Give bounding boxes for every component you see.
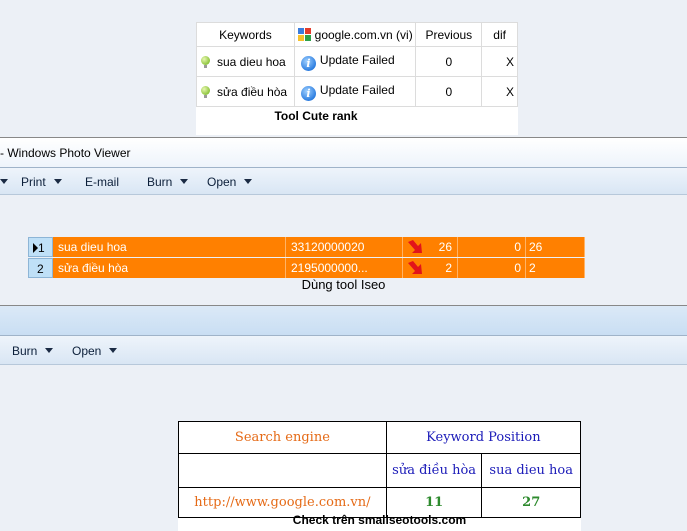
row-number: 2 — [37, 262, 44, 276]
row-header[interactable]: 1 — [28, 237, 53, 257]
delete-button[interactable]: X — [481, 46, 518, 77]
email-button[interactable]: E-mail — [85, 175, 119, 189]
info-icon: i — [300, 55, 316, 71]
open-label: Open — [207, 175, 237, 189]
bulb-icon — [201, 85, 210, 98]
col-header-keywords[interactable]: Keywords — [196, 22, 295, 47]
keyword-1: sửa điều hòa — [385, 453, 483, 488]
photo-viewer-titlebar-2 — [0, 305, 687, 335]
keyword-label: sửa điều hòa — [217, 84, 288, 99]
value-cell[interactable]: 33120000020 — [286, 237, 403, 257]
caption-smallseo: Check trên smallseotools.com — [292, 513, 467, 527]
a-cell[interactable]: 2 — [403, 258, 458, 278]
c-cell[interactable]: 26 — [526, 237, 585, 257]
row-number: 1 — [38, 241, 45, 255]
smallseotools-panel: Search engine Keyword Position sửa điều … — [178, 421, 582, 531]
table-row[interactable]: sửa điều hòa i Update Failed 0 X — [196, 76, 518, 107]
keyword-cell[interactable]: sua dieu hoa — [53, 237, 286, 257]
down-arrow-icon — [408, 240, 422, 253]
smallseo-table: Search engine Keyword Position sửa điều … — [178, 421, 582, 518]
table-row: sửa điều hòa sua dieu hoa — [178, 453, 581, 488]
info-icon: i — [300, 85, 316, 101]
open-label: Open — [72, 344, 102, 358]
photo-viewer-titlebar: - Windows Photo Viewer — [0, 137, 687, 167]
open-menu-button[interactable]: Open — [207, 175, 253, 189]
cute-rank-table: Keywords google.com.vn (vi) Previous dif… — [196, 22, 518, 107]
bulb-icon — [201, 55, 210, 68]
delete-button[interactable]: X — [481, 76, 518, 107]
photo-viewer-toolbar: Print E-mail Burn Open — [0, 167, 687, 195]
col-header-engine[interactable]: google.com.vn (vi) — [293, 22, 417, 47]
caret-menu-button[interactable] — [0, 175, 8, 189]
open-menu-button[interactable]: Open — [72, 344, 118, 358]
header-keyword-position: Keyword Position — [385, 421, 582, 454]
status-label: Update Failed — [319, 52, 395, 67]
keyword-label: sua dieu hoa — [217, 54, 286, 69]
previous-cell: 0 — [415, 76, 483, 107]
a-value: 2 — [445, 261, 452, 275]
b-cell[interactable]: 0 — [458, 258, 526, 278]
status-label: Update Failed — [319, 82, 395, 97]
a-value: 26 — [438, 240, 452, 254]
chevron-down-icon — [244, 179, 253, 184]
chevron-down-icon — [180, 179, 189, 184]
table-row[interactable]: sua dieu hoa i Update Failed 0 X — [196, 46, 518, 77]
value-cell[interactable]: 2195000000... — [286, 258, 403, 278]
keyword-cell[interactable]: sửa điều hòa — [53, 258, 286, 278]
iseo-grid: 1 sua dieu hoa 33120000020 26 0 26 2 sửa… — [28, 237, 585, 278]
chevron-down-icon — [109, 348, 118, 353]
table-row[interactable]: 1 sua dieu hoa 33120000020 26 0 26 — [28, 237, 585, 257]
chevron-down-icon — [0, 179, 8, 184]
empty-cell — [178, 453, 387, 488]
keyword-cell: sua dieu hoa — [196, 46, 295, 77]
table-header-row: Keywords google.com.vn (vi) Previous dif — [196, 22, 518, 47]
burn-menu-button[interactable]: Burn — [147, 175, 189, 189]
a-cell[interactable]: 26 — [403, 237, 458, 257]
table-row[interactable]: 2 sửa điều hòa 2195000000... 2 0 2 — [28, 258, 585, 278]
header-search-engine: Search engine — [178, 421, 387, 454]
previous-cell: 0 — [415, 46, 483, 77]
window-title: - Windows Photo Viewer — [0, 146, 131, 160]
status-cell: i Update Failed — [293, 76, 417, 107]
status-cell: i Update Failed — [293, 46, 417, 77]
keyword-cell: sửa điều hòa — [196, 76, 295, 107]
down-arrow-icon — [408, 261, 422, 274]
print-label: Print — [21, 175, 46, 189]
chevron-down-icon — [45, 348, 54, 353]
burn-menu-button[interactable]: Burn — [12, 344, 54, 358]
chevron-down-icon — [53, 179, 62, 184]
col-header-dif[interactable]: dif — [481, 22, 518, 47]
burn-label: Burn — [12, 344, 38, 358]
cute-rank-panel: Keywords google.com.vn (vi) Previous dif… — [196, 22, 518, 135]
photo-viewer-toolbar-2: Burn Open — [0, 335, 687, 365]
c-cell[interactable]: 2 — [526, 258, 585, 278]
table-header-row: Search engine Keyword Position — [178, 421, 582, 454]
burn-label: Burn — [147, 175, 173, 189]
col-header-previous[interactable]: Previous — [415, 22, 483, 47]
b-cell[interactable]: 0 — [458, 237, 526, 257]
caption-cute-rank: Tool Cute rank — [274, 109, 358, 123]
print-menu-button[interactable]: Print — [21, 175, 62, 189]
google-icon — [297, 27, 312, 42]
keyword-2: sua dieu hoa — [481, 453, 581, 488]
engine-label: google.com.vn (vi) — [314, 27, 413, 42]
caption-iseo: Dùng tool Iseo — [301, 277, 386, 292]
row-header[interactable]: 2 — [28, 258, 53, 278]
